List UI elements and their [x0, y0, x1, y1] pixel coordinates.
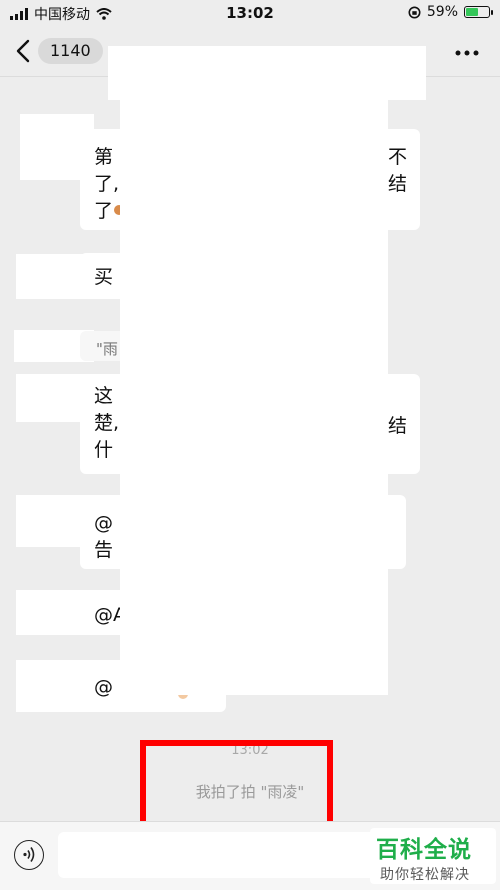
message-text: 什 [94, 439, 114, 461]
status-right: 59% [408, 4, 493, 20]
input-toolbar: 百科全说 助你轻松解决 [0, 821, 500, 890]
battery-percent: 59% [426, 4, 458, 20]
voice-wave-icon [23, 847, 35, 862]
chat-nav-bar: 1140 [0, 26, 500, 100]
back-chevron-icon[interactable] [12, 38, 36, 64]
annotation-highlight-box [140, 740, 333, 827]
voice-input-icon[interactable] [14, 840, 44, 870]
message-text: 了 [94, 200, 114, 222]
watermark-subtitle: 助你轻松解决 [380, 867, 470, 883]
message-text: 结 [388, 173, 408, 195]
message-input[interactable] [58, 832, 376, 878]
battery-fill [466, 8, 478, 16]
quoted-text: "雨 [96, 340, 118, 358]
message-text: 这 [94, 385, 114, 407]
message-text: 不 [388, 146, 408, 168]
message-text: 第 [94, 146, 114, 168]
status-bar: 中国移动 13:02 59% [0, 0, 500, 26]
chat-message-list[interactable]: 第 不 了, 结 了 买 "雨 这 楚, 结 什 @ 告 @A @ 13:02 … [0, 77, 500, 827]
message-text: @ [94, 512, 113, 534]
watermark-title: 百科全说 [376, 837, 472, 863]
message-text: 结 [388, 415, 408, 437]
redaction-overlay [120, 90, 388, 695]
unread-count-badge[interactable]: 1140 [38, 38, 103, 64]
battery-icon [464, 6, 493, 18]
message-text: 告 [94, 539, 114, 561]
orientation-lock-icon [408, 6, 421, 18]
message-text: 买 [94, 266, 114, 288]
watermark-logo: 百科全说 助你轻松解决 [370, 828, 496, 884]
more-options-icon[interactable] [454, 48, 480, 58]
message-text: @ [94, 676, 113, 698]
message-text: 了, [94, 173, 120, 195]
message-text: 楚, [94, 412, 120, 434]
